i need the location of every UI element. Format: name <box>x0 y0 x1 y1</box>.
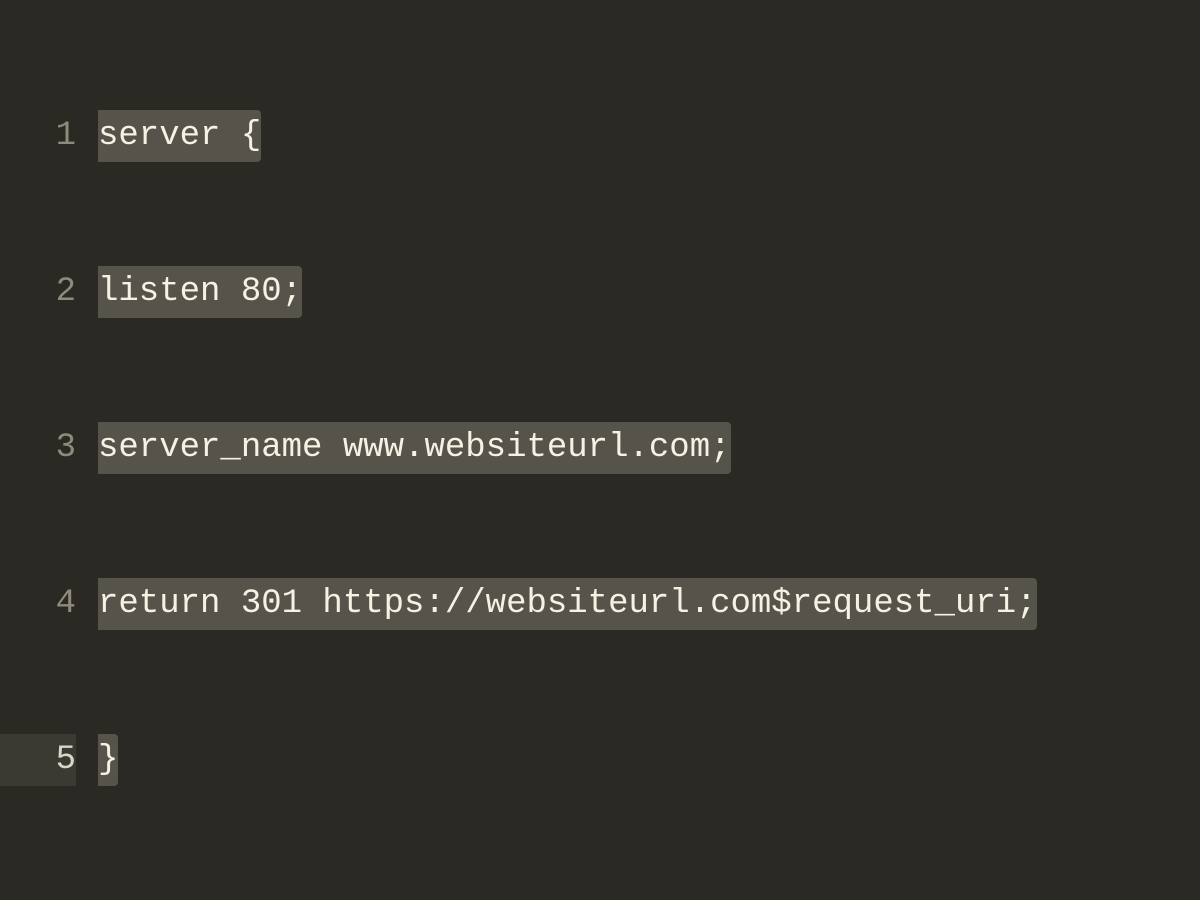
line-number-active: 5 <box>0 734 76 786</box>
code-line[interactable]: return 301 https://websiteurl.com$reques… <box>98 578 1200 630</box>
code-line[interactable]: } <box>98 734 1200 786</box>
code-line[interactable]: server { <box>98 110 1200 162</box>
line-number: 2 <box>0 266 76 318</box>
code-line[interactable] <box>98 890 1200 900</box>
code-line[interactable]: server_name www.websiteurl.com; <box>98 422 1200 474</box>
selection: } <box>98 734 118 786</box>
line-number-gutter: 1 2 3 4 5 6 7 8 9 10 11 12 13 14 15 16 1… <box>0 0 90 900</box>
selection: server { <box>98 110 261 162</box>
code-editor[interactable]: 1 2 3 4 5 6 7 8 9 10 11 12 13 14 15 16 1… <box>0 0 1200 900</box>
selection: listen 80; <box>98 266 302 318</box>
line-number: 6 <box>0 890 76 900</box>
code-line[interactable]: listen 80; <box>98 266 1200 318</box>
line-number: 4 <box>0 578 76 630</box>
line-number: 1 <box>0 110 76 162</box>
code-area[interactable]: server { listen 80; server_name www.webs… <box>90 0 1200 900</box>
selection: server_name www.websiteurl.com; <box>98 422 731 474</box>
line-number: 3 <box>0 422 76 474</box>
selection: return 301 https://websiteurl.com$reques… <box>98 578 1037 630</box>
